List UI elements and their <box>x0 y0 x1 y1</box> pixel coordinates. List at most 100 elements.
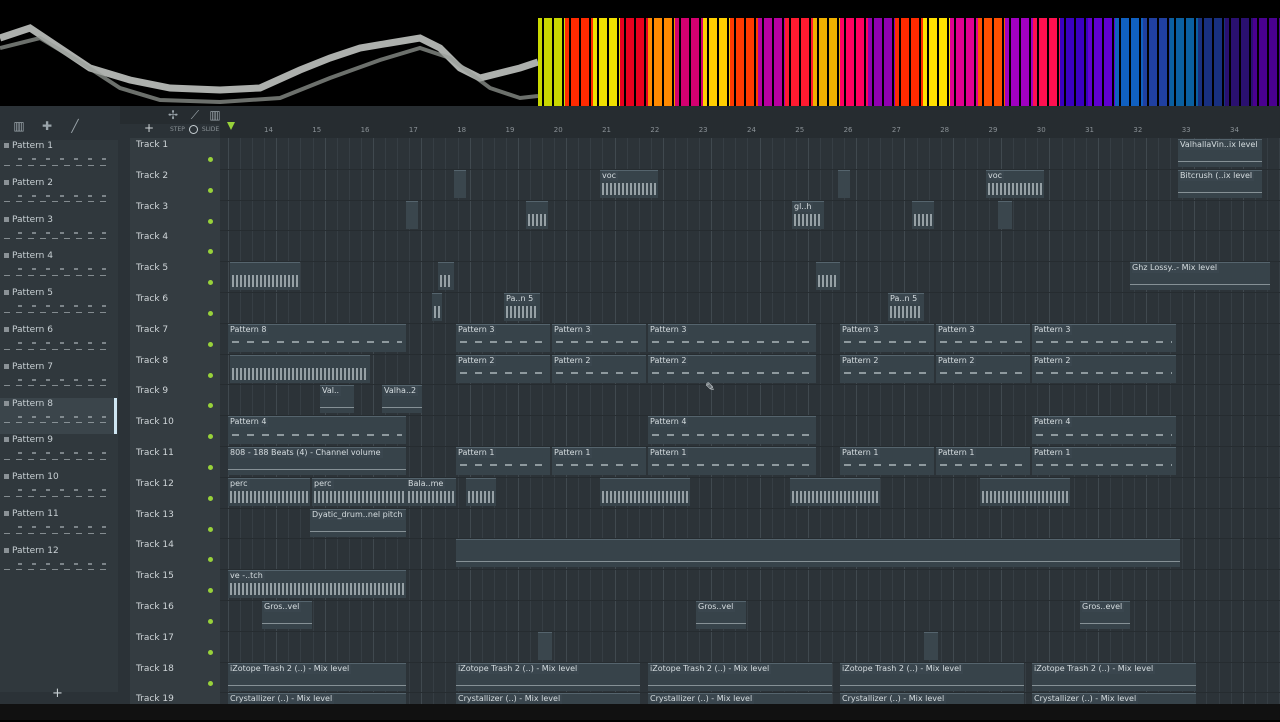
track-header[interactable]: Track 6 <box>130 292 220 322</box>
playlist-clip[interactable] <box>230 354 370 383</box>
playlist-clip[interactable] <box>432 293 442 321</box>
playlist-clip[interactable]: Gros..evel <box>1080 601 1130 629</box>
playlist-clip[interactable]: ve -..tch <box>228 570 406 599</box>
playlist-clip[interactable]: Pattern 4 <box>648 416 816 445</box>
playlist-clip[interactable] <box>466 477 496 506</box>
playlist-clip[interactable]: Valha..2 <box>382 385 422 414</box>
playlist-clip[interactable]: Bala..me <box>406 477 456 506</box>
pattern-item[interactable]: Pattern 10 <box>0 471 114 507</box>
playlist-clip[interactable]: 808 - 188 Beats (4) - Channel volume <box>228 447 406 475</box>
playlist-clip[interactable]: Pattern 2 <box>456 354 550 383</box>
piano-icon[interactable]: ▥ <box>10 119 28 133</box>
playlist-clip[interactable] <box>438 262 454 291</box>
piano-roll-icon[interactable]: ▥ <box>206 108 224 122</box>
pattern-item[interactable]: Pattern 11 <box>0 508 114 544</box>
playlist-clip[interactable]: Pattern 8 <box>228 323 406 352</box>
pattern-item[interactable]: Pattern 12 <box>0 545 114 581</box>
pattern-item[interactable]: Pattern 2 <box>0 177 114 213</box>
step-radio-icon[interactable] <box>188 125 198 134</box>
playlist-clip[interactable] <box>790 477 880 506</box>
playlist-clip[interactable] <box>406 200 418 229</box>
track-header[interactable]: Track 14 <box>130 538 220 568</box>
playlist-clip[interactable]: Pattern 3 <box>840 323 934 352</box>
playlist-clip[interactable] <box>538 631 552 660</box>
playlist-clip[interactable]: Crystallizer (..) - Mix level <box>456 693 640 704</box>
track-mute-led[interactable] <box>208 557 213 563</box>
track-header[interactable]: Track 9 <box>130 384 220 414</box>
playlist-clip[interactable]: Pattern 1 <box>1032 447 1176 475</box>
playlist-clip[interactable] <box>998 200 1012 229</box>
playlist-clip[interactable]: iZotope Trash 2 (..) - Mix level <box>456 662 640 691</box>
track-mute-led[interactable] <box>208 187 213 193</box>
track-mute-led[interactable] <box>208 280 213 286</box>
playlist-clip[interactable]: Dyatic_drum..nel pitch <box>310 508 406 537</box>
track-header[interactable]: Track 10 <box>130 415 220 445</box>
playlist-clip[interactable]: Pattern 4 <box>228 416 406 445</box>
playlist-clip[interactable] <box>816 262 840 291</box>
track-header[interactable]: Track 3 <box>130 200 220 230</box>
pattern-item[interactable]: Pattern 1 <box>0 140 114 176</box>
track-header[interactable]: Track 7 <box>130 323 220 353</box>
playlist-clip[interactable]: Pattern 2 <box>1032 354 1176 383</box>
playlist-clip[interactable]: Pattern 2 <box>840 354 934 383</box>
playlist-clip[interactable]: Pattern 1 <box>840 447 934 475</box>
playlist-clip[interactable]: Pa..n 5 <box>888 293 924 321</box>
playlist-clip[interactable] <box>230 262 300 291</box>
track-mute-led[interactable] <box>208 341 213 347</box>
playlist-clip[interactable] <box>526 200 548 229</box>
track-mute-led[interactable] <box>208 495 213 501</box>
playlist-clip[interactable] <box>838 169 850 198</box>
pattern-item[interactable]: Pattern 5 <box>0 287 114 323</box>
playlist-clip[interactable]: Gros..vel <box>262 601 312 629</box>
playlist-clip[interactable]: Pattern 3 <box>936 323 1030 352</box>
playlist-clip[interactable]: ValhallaVin..ix level <box>1178 139 1262 167</box>
playlist-clip[interactable]: Crystallizer (..) - Mix level <box>1032 693 1196 704</box>
snap-icon[interactable]: ✢ <box>164 108 182 122</box>
track-header[interactable]: Track 16 <box>130 600 220 630</box>
track-mute-led[interactable] <box>208 680 213 686</box>
playlist-clip[interactable]: Pattern 2 <box>552 354 646 383</box>
pattern-item[interactable]: Pattern 9 <box>0 434 114 470</box>
track-mute-led[interactable] <box>208 465 213 470</box>
pattern-item[interactable]: Pattern 4 <box>0 250 114 286</box>
track-mute-led[interactable] <box>208 434 213 440</box>
playlist-clip[interactable]: Pattern 3 <box>456 323 550 352</box>
playlist-clip[interactable] <box>600 477 690 506</box>
playlist-clip[interactable]: Pattern 1 <box>936 447 1030 475</box>
track-header[interactable]: Track 13 <box>130 508 220 538</box>
track-header[interactable]: Track 15 <box>130 569 220 599</box>
playlist-clip[interactable]: Crystallizer (..) - Mix level <box>228 693 406 704</box>
track-mute-led[interactable] <box>208 588 213 594</box>
playhead-marker[interactable] <box>227 122 235 130</box>
playlist-clip[interactable]: Pattern 3 <box>552 323 646 352</box>
add-pattern-button[interactable]: + <box>52 686 63 701</box>
playlist-clip[interactable]: gl..h <box>792 200 824 229</box>
track-mute-led[interactable] <box>208 157 213 162</box>
track-header[interactable]: Track 12 <box>130 477 220 507</box>
track-header[interactable]: Track 4 <box>130 230 220 260</box>
track-header[interactable]: Track 1 <box>130 138 220 168</box>
timeline-ruler[interactable]: 14 15 16 17 18 19 20 21 22 23 24 25 26 27 28 29 30 31 32 33… <box>220 124 1280 138</box>
track-header[interactable]: Track 11 <box>130 446 220 476</box>
playlist-clip[interactable]: Pattern 1 <box>552 447 646 475</box>
pattern-item[interactable]: Pattern 7 <box>0 361 114 397</box>
track-header[interactable]: Track 17 <box>130 631 220 661</box>
playlist-clip[interactable] <box>980 477 1070 506</box>
pattern-item[interactable]: Pattern 6 <box>0 324 114 360</box>
playlist-clip[interactable]: voc <box>986 169 1044 198</box>
playlist-clip[interactable]: Ghz Lossy..- Mix level <box>1130 262 1270 291</box>
slice-icon[interactable]: ⟋ <box>186 108 204 123</box>
playlist-clip[interactable]: voc <box>600 169 658 198</box>
add-track-button[interactable]: + <box>144 121 154 135</box>
playlist-clip[interactable]: iZotope Trash 2 (..) - Mix level <box>840 662 1024 691</box>
playlist-clip[interactable]: Bitcrush (..ix level <box>1178 169 1262 198</box>
pattern-icon[interactable]: ✚ <box>38 119 56 133</box>
playlist-clip[interactable]: Crystallizer (..) - Mix level <box>840 693 1024 704</box>
playlist-clip[interactable]: Pattern 3 <box>1032 323 1176 352</box>
track-mute-led[interactable] <box>208 649 213 655</box>
playlist-clip[interactable]: Pattern 4 <box>1032 416 1176 445</box>
track-mute-led[interactable] <box>208 619 213 624</box>
track-mute-led[interactable] <box>208 311 213 316</box>
pencil-icon[interactable]: ╱ <box>66 119 84 133</box>
playlist-clip[interactable]: perc <box>228 477 310 506</box>
